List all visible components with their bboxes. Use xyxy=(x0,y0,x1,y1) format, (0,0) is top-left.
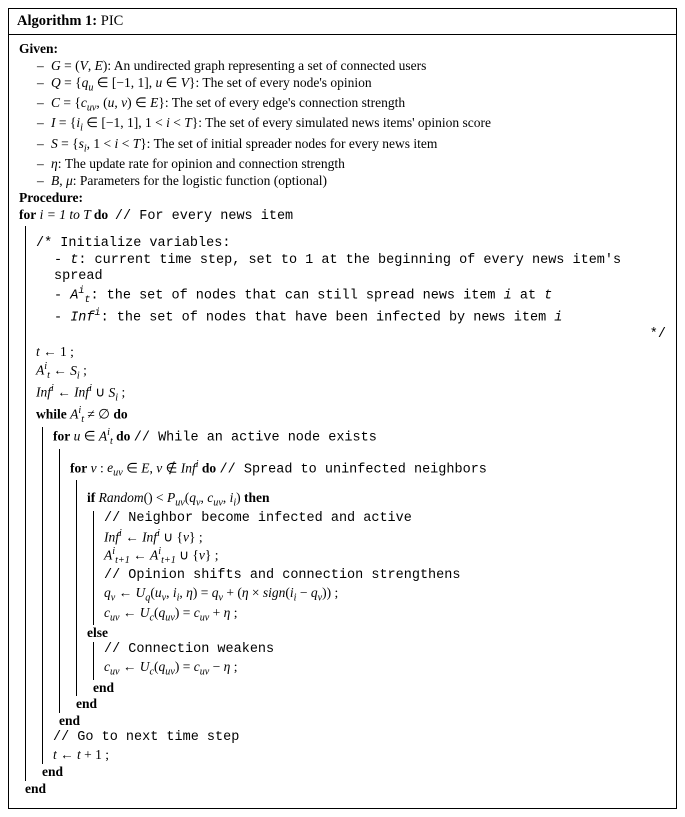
if: if Random() < Puv(qv, cuv, ii) then xyxy=(87,490,666,510)
keyword-do: do xyxy=(113,406,127,421)
given-text: Q = {qu ∈ [−1, 1], u ∈ V}: The set of ev… xyxy=(51,75,372,95)
given-item: – B, μ: Parameters for the logistic func… xyxy=(37,173,666,190)
algorithm-box: Algorithm 1: PIC Given: – G = (V, E): An… xyxy=(8,8,677,809)
comment: // Opinion shifts and connection strengt… xyxy=(104,568,666,585)
given-text: η: The update rate for opinion and conne… xyxy=(51,156,345,173)
for-outer: for i = 1 to T do // For every news item xyxy=(19,207,666,226)
for-v: for v : euv ∈ E, v ∉ Infi do // Spread t… xyxy=(70,459,666,481)
stmt: cuv ← Uc(quv) = cuv + η ; xyxy=(104,605,666,625)
algorithm-title-bar: Algorithm 1: PIC xyxy=(9,9,676,35)
given-item: – C = {cuv, (u, v) ∈ E}: The set of ever… xyxy=(37,95,666,115)
procedure-label: Procedure: xyxy=(19,190,666,207)
keyword-while: while xyxy=(36,406,67,421)
given-item: – S = {si, 1 < i < T}: The set of initia… xyxy=(37,136,666,156)
comment: // For every news item xyxy=(115,209,293,224)
comment-close: */ xyxy=(36,327,666,344)
comment: // Neighbor become infected and active xyxy=(104,511,666,528)
given-text: C = {cuv, (u, v) ∈ E}: The set of every … xyxy=(51,95,405,115)
comment: // Spread to uninfected neighbors xyxy=(220,462,487,477)
keyword-for: for xyxy=(19,207,36,222)
keyword-then: then xyxy=(244,490,270,505)
given-text: I = {ii ∈ [−1, 1], 1 < i < T}: The set o… xyxy=(51,115,491,135)
algorithm-label: Algorithm 1: xyxy=(17,13,97,29)
given-item: – η: The update rate for opinion and con… xyxy=(37,156,666,173)
keyword-end: end xyxy=(19,781,666,798)
keyword-for: for xyxy=(53,428,70,443)
comment-line: - Infi: the set of nodes that have been … xyxy=(54,308,666,327)
while: while Ait ≠ ∅ do xyxy=(36,405,666,427)
given-item: – G = (V, E): An undirected graph repres… xyxy=(37,58,666,75)
given-item: – Q = {qu ∈ [−1, 1], u ∈ V}: The set of … xyxy=(37,75,666,95)
stmt: qv ← Uq(uv, ii, η) = qv + (η × sign(ii −… xyxy=(104,585,666,605)
given-label: Given: xyxy=(19,41,666,58)
keyword-else: else xyxy=(87,625,108,640)
keyword-for: for xyxy=(70,460,87,475)
keyword-end: end xyxy=(70,696,666,713)
for-u: for u ∈ Ait do // While an active node e… xyxy=(53,427,666,449)
given-text: S = {si, 1 < i < T}: The set of initial … xyxy=(51,136,437,156)
comment-line: - t: current time step, set to 1 at the … xyxy=(54,253,666,287)
else: else xyxy=(87,625,666,642)
comment-block: /* Initialize variables: xyxy=(36,236,666,253)
keyword-do: do xyxy=(94,207,108,222)
comment: // Connection weakens xyxy=(104,642,666,659)
given-item: – I = {ii ∈ [−1, 1], 1 < i < T}: The set… xyxy=(37,115,666,135)
stmt: Infi ← Infi ∪ Si ; xyxy=(36,383,666,405)
keyword-end: end xyxy=(36,764,666,781)
keyword-do: do xyxy=(116,428,130,443)
keyword-do: do xyxy=(202,460,216,475)
given-text: B, μ: Parameters for the logistic functi… xyxy=(51,173,327,190)
stmt: Ait ← Si ; xyxy=(36,361,666,383)
given-text: G = (V, E): An undirected graph represen… xyxy=(51,58,426,75)
keyword-end: end xyxy=(87,680,666,697)
stmt: Ait+1 ← Ait+1 ∪ {v} ; xyxy=(104,546,666,568)
stmt: t ← t + 1 ; xyxy=(53,747,666,764)
algorithm-body: Given: – G = (V, E): An undirected graph… xyxy=(9,35,676,808)
keyword-if: if xyxy=(87,490,95,505)
stmt: cuv ← Uc(quv) = cuv − η ; xyxy=(104,659,666,679)
algorithm-name: PIC xyxy=(101,13,124,29)
stmt: t ← 1 ; xyxy=(36,344,666,361)
stmt: Infi ← Infi ∪ {v} ; xyxy=(104,528,666,546)
comment-line: - Ait: the set of nodes that can still s… xyxy=(54,286,666,308)
comment: // While an active node exists xyxy=(134,430,377,445)
keyword-end: end xyxy=(53,713,666,730)
comment: // Go to next time step xyxy=(53,730,666,747)
